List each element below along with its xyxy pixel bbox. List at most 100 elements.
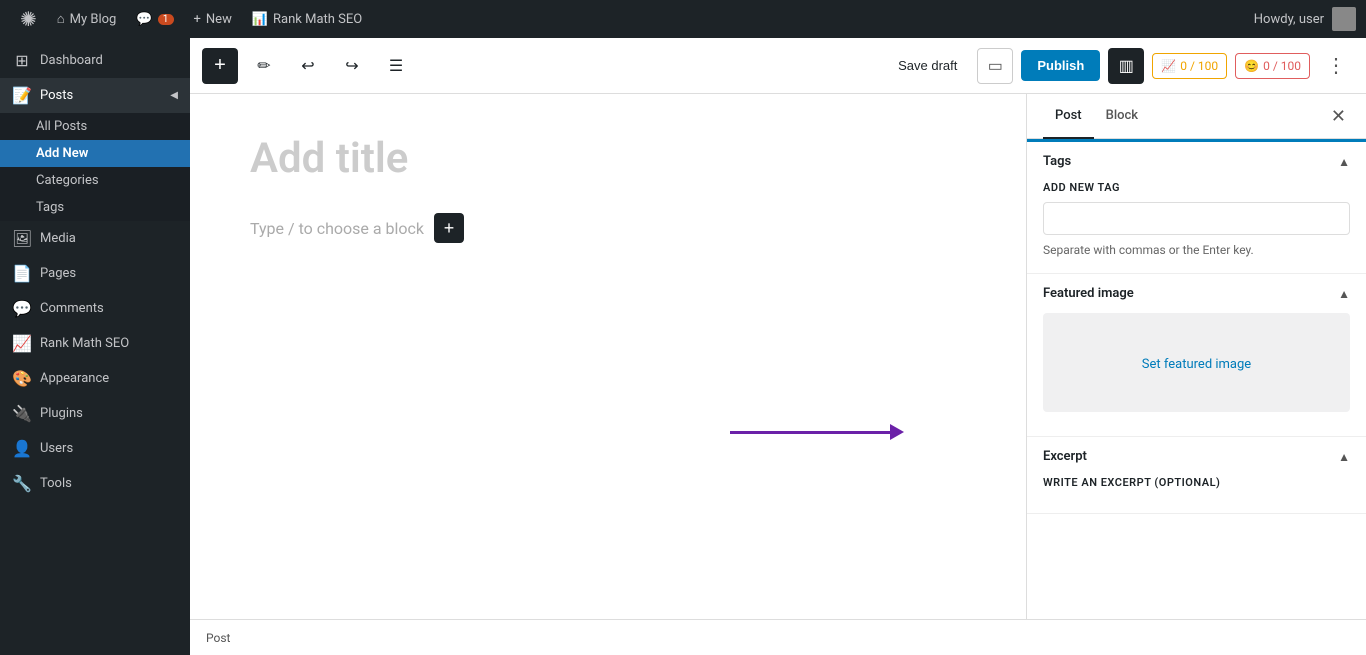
sidebar-item-pages[interactable]: 📄 Pages bbox=[0, 256, 190, 291]
add-block-inline-button[interactable]: + bbox=[434, 213, 464, 243]
save-draft-button[interactable]: Save draft bbox=[886, 52, 969, 79]
tab-block[interactable]: Block bbox=[1094, 94, 1150, 139]
set-featured-image-link[interactable]: Set featured image bbox=[1142, 357, 1251, 372]
excerpt-section-body: WRITE AN EXCERPT (OPTIONAL) bbox=[1027, 476, 1366, 513]
howdy-text: Howdy, user bbox=[1254, 12, 1324, 27]
sidebar-item-plugins[interactable]: 🔌 Plugins bbox=[0, 396, 190, 431]
rankmath-label: Rank Math SEO bbox=[273, 12, 362, 27]
adminbar-new[interactable]: + New bbox=[184, 0, 242, 38]
excerpt-chevron-icon: ▲ bbox=[1338, 450, 1350, 464]
sidebar-toggle-icon: ▥ bbox=[1119, 56, 1134, 76]
add-new-label: Add New bbox=[36, 146, 88, 161]
sidebar-item-users[interactable]: 👤 Users bbox=[0, 431, 190, 466]
featured-image-chevron-icon: ▲ bbox=[1338, 287, 1350, 301]
posts-submenu: All Posts Add New Categories Tags bbox=[0, 113, 190, 221]
appearance-icon: 🎨 bbox=[12, 369, 32, 388]
post-title-field[interactable]: Add title bbox=[250, 134, 966, 183]
sidebar-label-pages: Pages bbox=[40, 266, 76, 281]
adminbar-rankmath[interactable]: 📊 Rank Math SEO bbox=[242, 0, 372, 38]
sidebar-label-tools: Tools bbox=[40, 476, 72, 491]
rank-score-1[interactable]: 📈 0 / 100 bbox=[1152, 53, 1227, 79]
sidebar-toggle-button[interactable]: ▥ bbox=[1108, 48, 1144, 84]
adminbar-site[interactable]: ⌂ My Blog bbox=[47, 0, 127, 38]
list-icon: ☰ bbox=[389, 56, 403, 76]
tags-section-body: ADD NEW TAG Separate with commas or the … bbox=[1027, 181, 1366, 273]
home-icon: ⌂ bbox=[57, 11, 65, 27]
tab-post[interactable]: Post bbox=[1043, 94, 1094, 139]
tag-input[interactable] bbox=[1043, 202, 1350, 235]
pencil-icon: ✏ bbox=[257, 56, 270, 76]
undo-button[interactable]: ↩ bbox=[290, 48, 326, 84]
sidebar-item-add-new[interactable]: Add New bbox=[0, 140, 190, 167]
posts-icon: 📝 bbox=[12, 86, 32, 105]
sidebar-label-comments: Comments bbox=[40, 301, 104, 316]
users-icon: 👤 bbox=[12, 439, 32, 458]
sidebar-item-all-posts[interactable]: All Posts bbox=[0, 113, 190, 140]
sidebar-label-plugins: Plugins bbox=[40, 406, 83, 421]
categories-label: Categories bbox=[36, 173, 99, 188]
sidebar: ⊞ Dashboard 📝 Posts ◀ All Posts Add New … bbox=[0, 38, 190, 655]
editor-body: Add title Type / to choose a block + Pos… bbox=[190, 94, 1366, 619]
tools-button[interactable]: ✏ bbox=[246, 48, 282, 84]
tags-section-title: Tags bbox=[1043, 154, 1071, 169]
tags-section-header[interactable]: Tags ▲ bbox=[1027, 142, 1366, 181]
preview-button[interactable]: ▭ bbox=[977, 48, 1013, 84]
rank-icon-1: 📈 bbox=[1161, 59, 1176, 73]
sidebar-label-dashboard: Dashboard bbox=[40, 53, 103, 68]
plus-icon: + bbox=[194, 12, 201, 27]
site-name: My Blog bbox=[70, 12, 117, 27]
redo-button[interactable]: ↪ bbox=[334, 48, 370, 84]
panel-tabs: Post Block ✕ bbox=[1027, 94, 1366, 139]
sidebar-label-rankmath: Rank Math SEO bbox=[40, 336, 129, 351]
tag-hint: Separate with commas or the Enter key. bbox=[1043, 243, 1350, 257]
sidebar-item-media[interactable]: 🖼 Media bbox=[0, 221, 190, 256]
right-panel: Post Block ✕ Tags ▲ ADD NEW TAG bbox=[1026, 94, 1366, 619]
chevron-left-icon: ◀ bbox=[170, 90, 178, 101]
sidebar-label-media: Media bbox=[40, 231, 76, 246]
sidebar-item-appearance[interactable]: 🎨 Appearance bbox=[0, 361, 190, 396]
more-options-button[interactable]: ⋮ bbox=[1318, 49, 1354, 82]
plus-icon: + bbox=[214, 54, 226, 77]
comments-icon: 💬 bbox=[136, 12, 152, 27]
add-block-button[interactable]: + bbox=[202, 48, 238, 84]
sidebar-section-main: ⊞ Dashboard 📝 Posts ◀ All Posts Add New … bbox=[0, 38, 190, 506]
excerpt-section-header[interactable]: Excerpt ▲ bbox=[1027, 437, 1366, 476]
block-placeholder[interactable]: Type / to choose a block bbox=[250, 219, 424, 238]
pages-icon: 📄 bbox=[12, 264, 32, 283]
all-posts-label: All Posts bbox=[36, 119, 87, 134]
panel-close-button[interactable]: ✕ bbox=[1327, 102, 1350, 131]
layout: ⊞ Dashboard 📝 Posts ◀ All Posts Add New … bbox=[0, 38, 1366, 655]
sidebar-item-categories[interactable]: Categories bbox=[0, 167, 190, 194]
adminbar-comments[interactable]: 💬 1 bbox=[126, 0, 183, 38]
sidebar-item-posts[interactable]: 📝 Posts ◀ bbox=[0, 78, 190, 113]
dashboard-icon: ⊞ bbox=[12, 51, 32, 70]
avatar[interactable] bbox=[1332, 7, 1356, 31]
wp-logo[interactable]: ✺ bbox=[10, 7, 47, 31]
sidebar-item-dashboard[interactable]: ⊞ Dashboard bbox=[0, 43, 190, 78]
sidebar-label-appearance: Appearance bbox=[40, 371, 109, 386]
media-icon: 🖼 bbox=[12, 229, 32, 248]
list-view-button[interactable]: ☰ bbox=[378, 48, 414, 84]
sidebar-item-tools[interactable]: 🔧 Tools bbox=[0, 466, 190, 501]
arrow-line bbox=[730, 431, 890, 434]
rank-score-2-value: 0 / 100 bbox=[1263, 59, 1301, 73]
excerpt-title: Excerpt bbox=[1043, 449, 1087, 464]
featured-image-title: Featured image bbox=[1043, 286, 1134, 301]
main-area: + ✏ ↩ ↪ ☰ Save draft ▭ Publish ▥ bbox=[190, 38, 1366, 655]
post-label: Post bbox=[206, 631, 230, 645]
sidebar-item-rankmath[interactable]: 📈 Rank Math SEO bbox=[0, 326, 190, 361]
featured-image-header[interactable]: Featured image ▲ bbox=[1027, 274, 1366, 313]
tags-label: Tags bbox=[36, 200, 64, 215]
sidebar-item-comments[interactable]: 💬 Comments bbox=[0, 291, 190, 326]
rank-score-2[interactable]: 😊 0 / 100 bbox=[1235, 53, 1310, 79]
tags-section: Tags ▲ ADD NEW TAG Separate with commas … bbox=[1027, 139, 1366, 274]
redo-icon: ↪ bbox=[345, 56, 358, 76]
excerpt-section: Excerpt ▲ WRITE AN EXCERPT (OPTIONAL) bbox=[1027, 437, 1366, 514]
editor-canvas[interactable]: Add title Type / to choose a block + bbox=[190, 94, 1026, 619]
bottom-bar: Post bbox=[190, 619, 1366, 655]
sidebar-item-tags[interactable]: Tags bbox=[0, 194, 190, 221]
publish-button[interactable]: Publish bbox=[1021, 50, 1100, 81]
rankmath-sidebar-icon: 📈 bbox=[12, 334, 32, 353]
rank-score-1-value: 0 / 100 bbox=[1180, 59, 1218, 73]
set-featured-image-button[interactable]: Set featured image bbox=[1043, 313, 1350, 412]
